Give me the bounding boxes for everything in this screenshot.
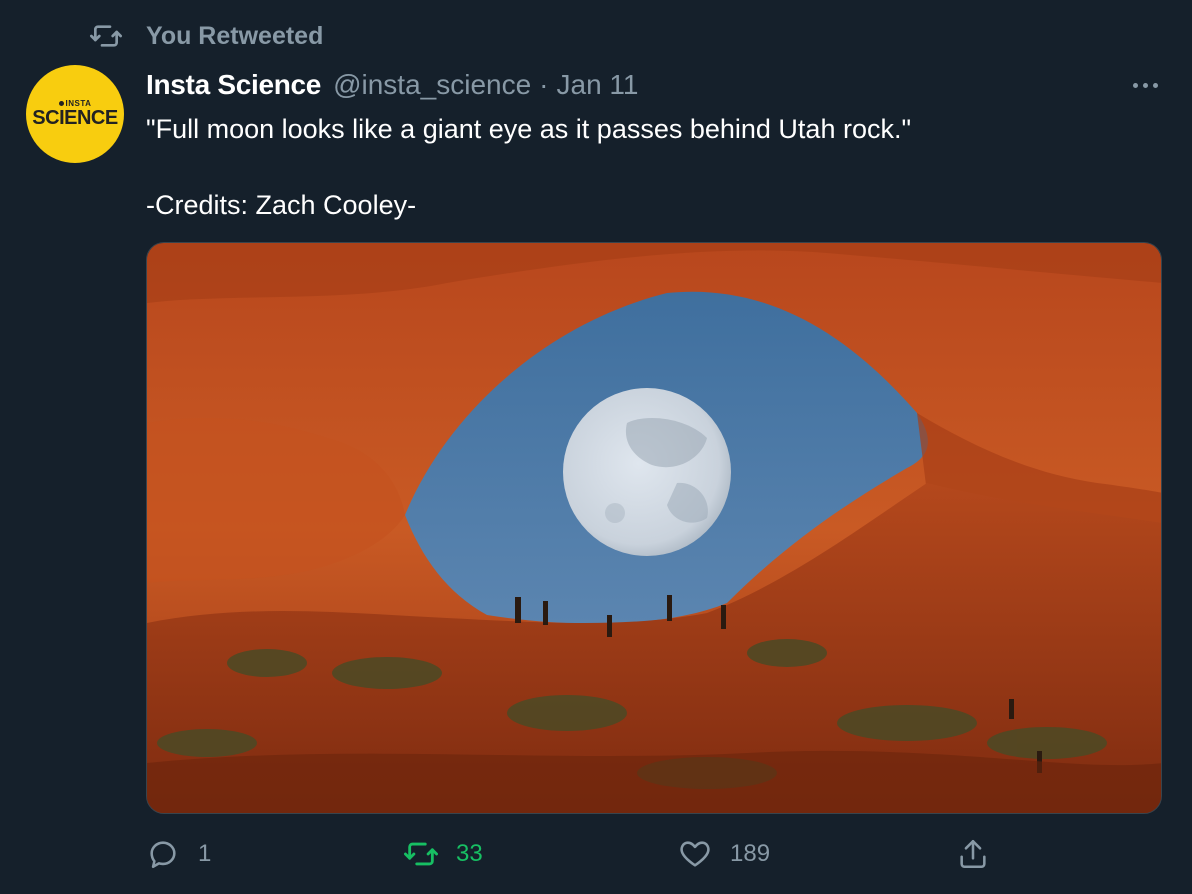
avatar-logo-main: SCIENCE <box>32 106 118 129</box>
share-button[interactable] <box>956 830 1008 878</box>
retweet-button[interactable]: 33 <box>404 830 483 878</box>
like-button[interactable]: 189 <box>678 830 770 878</box>
retweet-context-label: You Retweeted <box>146 21 324 50</box>
more-icon <box>1132 82 1138 88</box>
header-separator: · <box>539 69 549 100</box>
tweet-date[interactable]: Jan 11 <box>557 69 639 101</box>
tweet-media-photo[interactable] <box>146 242 1162 814</box>
reply-count: 1 <box>198 840 212 867</box>
retweet-icon <box>404 842 438 866</box>
tweet-actions: 1 33 189 <box>146 830 1162 878</box>
reply-icon <box>150 841 176 869</box>
tweet[interactable]: You Retweeted INSTA SCIENCE Insta Scienc… <box>0 0 1192 894</box>
photo-arch-moon <box>147 243 1161 813</box>
reply-button[interactable]: 1 <box>146 830 211 878</box>
author-name[interactable]: Insta Science <box>146 69 321 101</box>
tweet-text: "Full moon looks like a giant eye as it … <box>146 114 912 220</box>
tweet-header: Insta Science @insta_science · Jan 11 <box>146 66 639 104</box>
retweet-count: 33 <box>456 840 483 867</box>
author-handle[interactable]: @insta_science <box>333 69 531 101</box>
like-count: 189 <box>730 840 771 867</box>
retweet-context: You Retweeted <box>86 18 323 54</box>
retweet-icon <box>90 25 122 47</box>
more-options-button[interactable] <box>1120 70 1170 100</box>
avatar[interactable]: INSTA SCIENCE <box>26 65 124 163</box>
share-icon <box>960 839 986 869</box>
heart-icon <box>680 841 710 867</box>
